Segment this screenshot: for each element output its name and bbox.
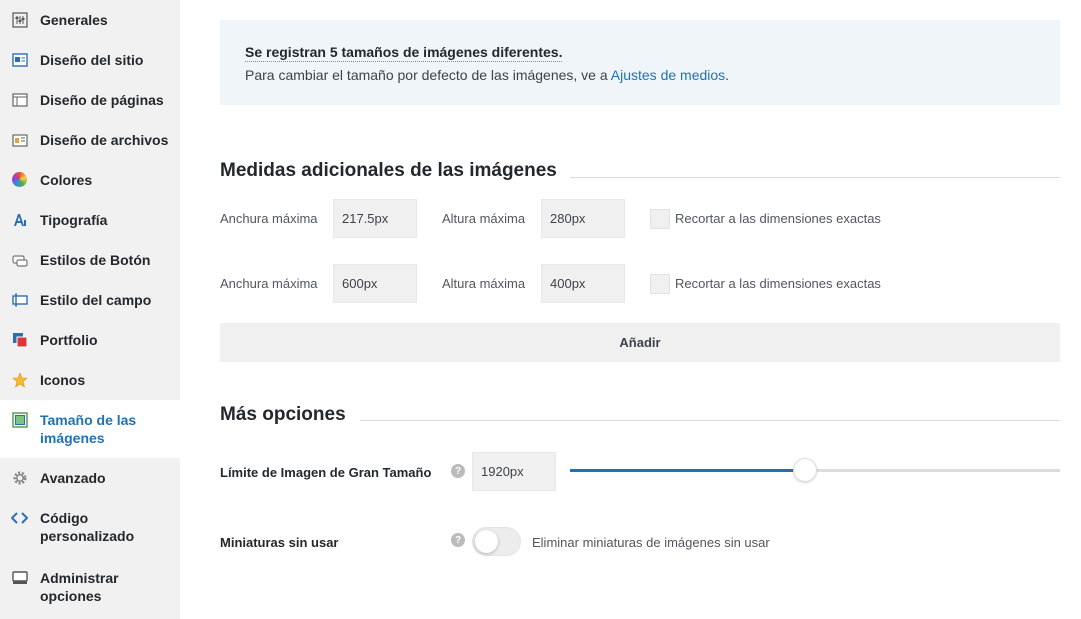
add-size-button[interactable]: Añadir	[220, 323, 1060, 362]
sidebar-item-label: Estilos de Botón	[40, 252, 151, 268]
unused-thumbnails-label: Miniaturas sin usar	[220, 535, 339, 550]
sliders-icon	[11, 11, 28, 28]
sidebar-item-diseno-del-sitio[interactable]: Diseño del sitio	[0, 40, 180, 80]
crop-exact-label: Recortar a las dimensiones exactas	[675, 276, 881, 291]
max-height-label: Altura máxima	[442, 276, 526, 291]
portfolio-icon	[11, 331, 28, 348]
sidebar-item-tamano-de-las-imagenes[interactable]: Tamaño de las imágenes	[0, 400, 180, 458]
typography-icon	[11, 211, 28, 228]
big-image-limit-input[interactable]: 1920px	[472, 452, 556, 491]
sidebar-item-colores[interactable]: Colores	[0, 160, 180, 200]
sidebar-item-label: Diseño de páginas	[40, 92, 164, 108]
sidebar-item-label-line2: imágenes	[40, 430, 105, 446]
sidebar-item-estilo-del-campo[interactable]: Estilo del campo	[0, 280, 180, 320]
help-icon[interactable]: ?	[451, 533, 465, 547]
sidebar-item-iconos[interactable]: Iconos	[0, 360, 180, 400]
crop-exact-label: Recortar a las dimensiones exactas	[675, 211, 881, 226]
crop-exact-checkbox[interactable]	[650, 209, 670, 229]
slider-fill	[570, 469, 805, 472]
delete-unused-thumbnails-label: Eliminar miniaturas de imágenes sin usar	[532, 535, 770, 550]
settings-main: Se registran 5 tamaños de imágenes difer…	[180, 0, 1081, 619]
sidebar-item-label: Generales	[40, 12, 108, 28]
crop-exact-checkbox[interactable]	[650, 274, 670, 294]
star-icon	[11, 371, 28, 388]
max-width-label: Anchura máxima	[220, 211, 318, 226]
big-image-limit-label: Límite de Imagen de Gran Tamaño	[220, 465, 432, 480]
max-height-input[interactable]: 400px	[541, 264, 625, 303]
button-icon	[11, 251, 28, 268]
delete-unused-thumbnails-toggle[interactable]	[472, 527, 521, 556]
gear-icon	[11, 469, 28, 486]
sidebar-item-diseno-de-paginas[interactable]: Diseño de páginas	[0, 80, 180, 120]
notice-text: Para cambiar el tamaño por defecto de la…	[245, 67, 730, 83]
section-divider	[570, 177, 1060, 178]
sidebar-item-label: Avanzado	[40, 470, 106, 486]
big-image-limit-slider[interactable]	[570, 458, 1060, 482]
section-title-more-options: Más opciones	[220, 404, 346, 425]
settings-sidebar: Generales Diseño del sitio Diseño de pág…	[0, 0, 180, 619]
sidebar-item-label: Estilo del campo	[40, 292, 152, 308]
slider-handle[interactable]	[793, 458, 817, 482]
sidebar-item-label: Diseño del sitio	[40, 52, 144, 68]
sidebar-item-label: Portfolio	[40, 332, 98, 348]
color-wheel-icon	[11, 171, 28, 188]
sidebar-item-administrar-opciones[interactable]: Administrar opciones	[0, 556, 180, 616]
sidebar-item-label-line2: opciones	[40, 588, 102, 604]
media-settings-link[interactable]: Ajustes de medios	[611, 67, 725, 83]
sidebar-item-tipografia[interactable]: Tipografía	[0, 200, 180, 240]
sidebar-item-label: Tipografía	[40, 212, 108, 228]
section-title-image-sizes: Medidas adicionales de las imágenes	[220, 160, 557, 181]
sidebar-item-label: Diseño de archivos	[40, 132, 169, 148]
sidebar-item-label-line1: Administrar	[40, 570, 119, 586]
field-icon	[11, 291, 28, 308]
image-size-icon	[11, 411, 28, 428]
max-width-label: Anchura máxima	[220, 276, 318, 291]
sidebar-item-estilos-de-boton[interactable]: Estilos de Botón	[0, 240, 180, 280]
sidebar-item-label: Colores	[40, 172, 93, 188]
sidebar-item-label-line2: personalizado	[40, 528, 135, 544]
archive-layout-icon	[11, 131, 28, 148]
max-width-input[interactable]: 600px	[333, 264, 417, 303]
admin-icon	[11, 569, 28, 586]
sidebar-item-label: Iconos	[40, 372, 86, 388]
max-height-label: Altura máxima	[442, 211, 526, 226]
info-notice: Se registran 5 tamaños de imágenes difer…	[220, 20, 1060, 105]
site-layout-icon	[11, 51, 28, 68]
help-icon[interactable]: ?	[451, 464, 465, 478]
sidebar-item-diseno-de-archivos[interactable]: Diseño de archivos	[0, 120, 180, 160]
sidebar-item-codigo-personalizado[interactable]: Código personalizado	[0, 498, 180, 556]
sidebar-item-avanzado[interactable]: Avanzado	[0, 458, 180, 498]
max-width-input[interactable]: 217.5px	[333, 199, 417, 238]
code-icon	[11, 509, 28, 526]
sidebar-item-portfolio[interactable]: Portfolio	[0, 320, 180, 360]
notice-summary: Se registran 5 tamaños de imágenes difer…	[245, 44, 563, 62]
toggle-knob	[475, 530, 498, 553]
max-height-input[interactable]: 280px	[541, 199, 625, 238]
sidebar-item-generales[interactable]: Generales	[0, 0, 180, 40]
section-divider	[360, 420, 1060, 421]
sidebar-item-label-line1: Código	[40, 510, 89, 526]
sidebar-item-label-line1: Tamaño de las	[40, 412, 137, 428]
page-layout-icon	[11, 91, 28, 108]
